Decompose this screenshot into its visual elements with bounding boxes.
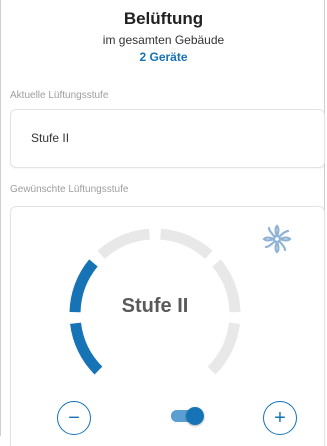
gauge-level-text: Stufe II: [121, 295, 189, 317]
auto-toggle[interactable]: [171, 407, 204, 425]
page-subtitle: im gesamten Gebäude: [102, 33, 225, 47]
current-level-value: Stufe II: [31, 131, 70, 145]
device-count-link[interactable]: 2 Geräte: [0, 49, 327, 65]
gauge-segment-6: [207, 322, 240, 375]
gauge-segment-4: [160, 228, 213, 260]
gauge-segment-1: [70, 322, 103, 375]
toggle-knob: [186, 407, 204, 425]
current-level-label: Aktuelle Lüftungsstufe: [10, 90, 109, 101]
increase-button[interactable]: +: [263, 401, 297, 435]
fan-icon[interactable]: [261, 223, 293, 255]
desired-level-label: Gewünschte Lüftungsstufe: [10, 184, 129, 195]
header: Belüftung im gesamten Gebäude 2 Geräte: [0, 8, 327, 65]
page-title: Belüftung: [123, 9, 204, 28]
gauge-segment-3: [97, 228, 150, 260]
desired-level-card: Stufe II − +: [10, 206, 325, 446]
current-level-card: Stufe II: [10, 109, 325, 168]
decrease-button[interactable]: −: [57, 401, 91, 435]
